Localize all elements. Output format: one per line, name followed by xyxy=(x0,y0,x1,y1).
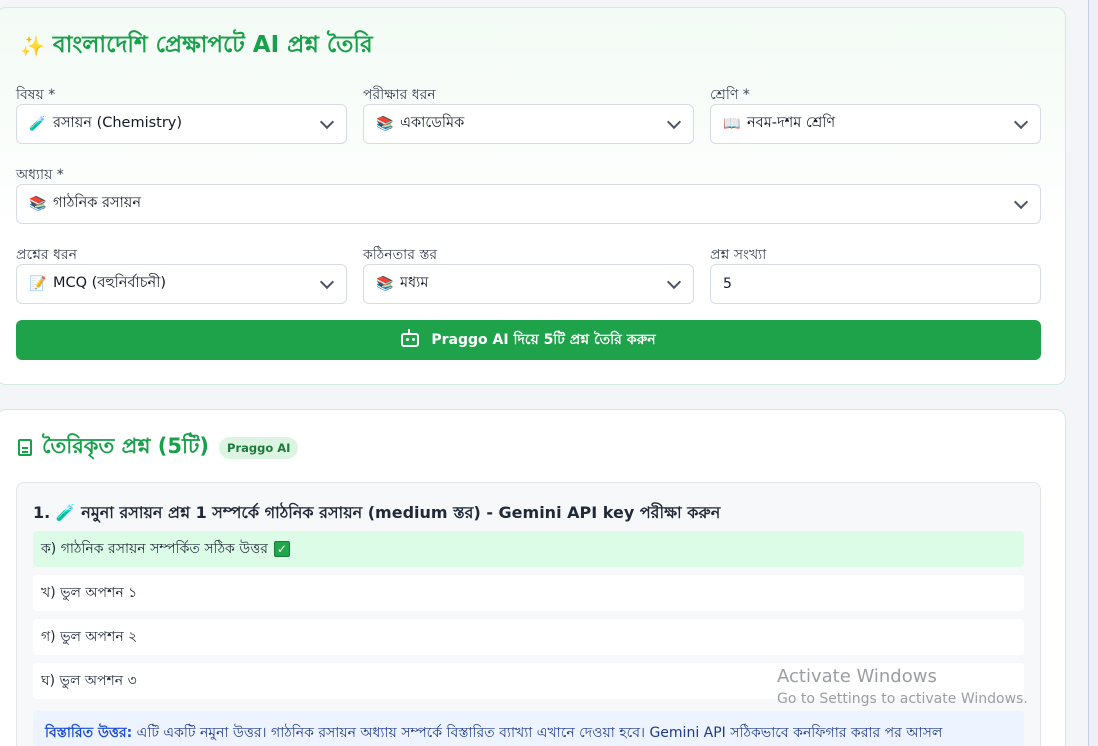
question-text: 1. 🧪 নমুনা রসায়ন প্রশ্ন 1 সম্পর্কে গাঠন… xyxy=(33,503,721,522)
memo-icon: 📝 xyxy=(29,276,47,292)
sparkle-icon: ✨ xyxy=(20,33,45,58)
watermark-title: Activate Windows xyxy=(777,666,937,687)
explanation-label: বিস্তারিত উত্তর: xyxy=(45,725,133,741)
option-text: গ) ভুল অপশন ২ xyxy=(41,629,138,645)
option-item: গ) ভুল অপশন ২ xyxy=(33,619,1024,655)
chapter-select[interactable]: 📚 গাঠনিক রসায়ন xyxy=(16,184,1041,224)
question-count-input[interactable] xyxy=(710,264,1041,304)
difficulty-value: মধ্যম xyxy=(400,275,429,291)
explanation-text: এটি একটি নমুনা উত্তর। গাঠনিক রসায়ন অধ্য… xyxy=(132,725,943,741)
books-icon: 📚 xyxy=(29,196,47,212)
class-value: নবম-দশম শ্রেণি xyxy=(747,115,836,131)
question-type-value: MCQ (বহুনির্বাচনী) xyxy=(53,275,167,291)
books-icon: 📚 xyxy=(376,276,394,292)
class-select[interactable]: 📖 নবম-দশম শ্রেণি xyxy=(710,104,1041,144)
window-scroll-edge xyxy=(1088,0,1098,746)
explanation-box: বিস্তারিত উত্তর: এটি একটি নমুনা উত্তর। গ… xyxy=(33,711,1024,746)
books-icon: 📚 xyxy=(376,116,394,132)
chevron-down-icon xyxy=(1013,194,1029,210)
chevron-down-icon xyxy=(1013,114,1029,130)
windows-activation-watermark: Activate Windows Go to Settings to activ… xyxy=(777,666,1028,707)
subject-value: রসায়ন (Chemistry) xyxy=(53,115,183,131)
generator-title-text: বাংলাদেশি প্রেক্ষাপটে AI প্রশ্ন তৈরি xyxy=(52,32,373,58)
bot-icon xyxy=(401,329,420,347)
option-text: খ) ভুল অপশন ১ xyxy=(41,585,138,601)
option-item: খ) ভুল অপশন ১ xyxy=(33,575,1024,611)
chevron-down-icon xyxy=(319,274,335,290)
open-book-icon: 📖 xyxy=(723,116,741,132)
generate-button[interactable]: Praggo AI দিয়ে 5টি প্রশ্ন তৈরি করুন xyxy=(16,320,1041,360)
chevron-down-icon xyxy=(666,114,682,130)
exam-type-value: একাডেমিক xyxy=(400,115,465,131)
praggo-ai-badge: Praggo AI xyxy=(219,436,299,459)
subject-select[interactable]: 🧪 রসায়ন (Chemistry) xyxy=(16,104,347,144)
generate-button-label: Praggo AI দিয়ে 5টি প্রশ্ন তৈরি করুন xyxy=(431,332,656,348)
chapter-value: গাঠনিক রসায়ন xyxy=(53,195,141,211)
watermark-subtitle: Go to Settings to activate Windows. xyxy=(777,691,1028,707)
document-icon xyxy=(18,439,32,456)
test-tube-icon: 🧪 xyxy=(29,116,47,132)
option-correct: ক) গাঠনিক রসায়ন সম্পর্কিত সঠিক উত্তর ✓ xyxy=(33,531,1024,567)
question-type-select[interactable]: 📝 MCQ (বহুনির্বাচনী) xyxy=(16,264,347,304)
results-title: তৈরিকৃত প্রশ্ন (5টি) Praggo AI xyxy=(18,430,299,465)
generator-title: ✨ বাংলাদেশি প্রেক্ষাপটে AI প্রশ্ন তৈরি xyxy=(20,26,373,65)
option-text: ঘ) ভুল অপশন ৩ xyxy=(41,673,137,689)
results-title-text: তৈরিকৃত প্রশ্ন (5টি) xyxy=(42,434,210,458)
difficulty-select[interactable]: 📚 মধ্যম xyxy=(363,264,694,304)
option-text: ক) গাঠনিক রসায়ন সম্পর্কিত সঠিক উত্তর xyxy=(41,541,268,557)
chevron-down-icon xyxy=(319,114,335,130)
chevron-down-icon xyxy=(666,274,682,290)
check-mark-icon: ✓ xyxy=(273,541,290,557)
exam-type-select[interactable]: 📚 একাডেমিক xyxy=(363,104,694,144)
